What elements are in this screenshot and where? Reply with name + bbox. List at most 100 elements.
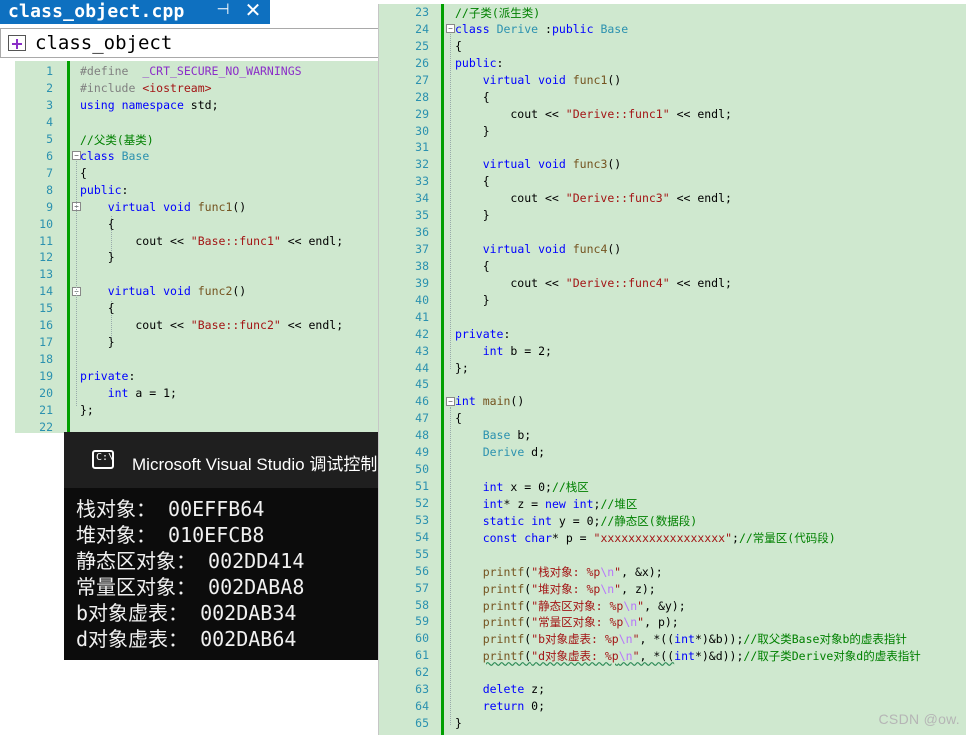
fold-toggle-main[interactable]: − (446, 397, 455, 406)
code-token: { (80, 165, 87, 180)
code-line[interactable]: using namespace std; (80, 98, 219, 112)
code-line[interactable]: { (455, 90, 490, 104)
code-line[interactable]: class Base (80, 149, 149, 163)
code-line[interactable]: class Derive :public Base (455, 22, 628, 36)
code-token: () (232, 284, 247, 299)
code-line[interactable]: int a = 1; (80, 386, 177, 400)
fold-toggle-class-derive[interactable]: − (446, 24, 455, 33)
code-line[interactable]: public: (455, 56, 503, 70)
editor-tab-active[interactable]: class_object.cpp ⊣ ✕ (0, 0, 270, 24)
code-line[interactable]: //父类(基类) (80, 132, 154, 148)
code-line[interactable]: #define _CRT_SECURE_NO_WARNINGS (80, 64, 302, 78)
code-line[interactable]: printf("d对象虚表: %p\n", *((int*)&d));//取子类… (455, 648, 921, 664)
code-line[interactable]: //子类(派生类) (455, 5, 540, 21)
code-line[interactable]: int* z = new int;//堆区 (455, 496, 638, 512)
code-line[interactable]: }; (80, 403, 94, 417)
code-line[interactable]: printf("常量区对象: %p\n", p); (455, 614, 679, 630)
code-line[interactable]: cout << "Derive::func1" << endl; (455, 107, 732, 121)
class-navigation-dropdown[interactable]: class_object (0, 28, 378, 58)
code-token: , *(( (639, 632, 675, 647)
code-line[interactable]: public: (80, 183, 128, 197)
console-titlebar[interactable]: C:\ Microsoft Visual Studio 调试控制台 (64, 432, 378, 488)
code-token: private (455, 326, 504, 341)
line-number: 19 (39, 369, 53, 384)
code-token: new (545, 496, 566, 511)
code-line[interactable]: #include <iostream> (80, 81, 212, 95)
code-token: \n (600, 581, 615, 596)
code-token: << endl; (669, 275, 732, 290)
code-token: << (170, 318, 191, 333)
line-number: 2 (46, 80, 53, 95)
code-line[interactable]: printf("栈对象: %p\n", &x); (455, 564, 663, 580)
code-token: void (163, 199, 191, 214)
code-editor-left[interactable]: − − − 1 #define _CRT_SECURE_NO_WARNINGS 2 #… (15, 61, 378, 434)
code-token: class (455, 21, 490, 36)
code-line[interactable]: { (80, 166, 87, 180)
code-line[interactable]: { (80, 217, 115, 231)
code-token: Base (600, 21, 629, 36)
code-token: int (674, 649, 695, 664)
code-line[interactable]: { (455, 39, 462, 53)
code-line[interactable]: const char* p = "xxxxxxxxxxxxxxxxxx";//常… (455, 530, 836, 546)
code-token: : (538, 21, 552, 36)
code-line[interactable]: int b = 2; (455, 344, 552, 358)
code-line[interactable]: { (455, 411, 462, 425)
code-line[interactable]: cout << "Base::func2" << endl; (80, 318, 343, 332)
code-line[interactable]: printf("b对象虚表: %p\n", *((int*)&b));//取父类… (455, 631, 907, 647)
code-token: *)&b)); (694, 632, 744, 647)
code-token: func1 (197, 199, 233, 214)
code-line[interactable]: int main() (455, 394, 524, 408)
code-line[interactable]: private: (80, 369, 135, 383)
close-tab-icon[interactable]: ✕ (244, 0, 262, 23)
code-line[interactable]: cout << "Derive::func4" << endl; (455, 276, 732, 290)
code-line[interactable]: { (80, 301, 115, 315)
line-number: 6 (46, 148, 53, 163)
code-line[interactable]: static int y = 0;//静态区(数据段) (455, 513, 697, 529)
code-line[interactable]: virtual void func2() (80, 284, 247, 299)
code-line[interactable]: cout << "Base::func1" << endl; (80, 234, 343, 248)
code-line[interactable]: { (455, 259, 490, 273)
code-line[interactable]: printf("堆对象: %p\n", z); (455, 581, 656, 597)
code-token: } (455, 716, 462, 731)
code-token: #define (80, 64, 143, 78)
code-line[interactable]: } (455, 208, 490, 222)
pin-icon[interactable]: ⊣ (214, 0, 232, 18)
line-number: 37 (415, 242, 429, 257)
code-line[interactable]: }; (455, 361, 469, 375)
code-line[interactable]: virtual void func3() (455, 157, 622, 171)
code-line[interactable]: private: (455, 327, 510, 341)
line-number: 51 (415, 479, 429, 494)
code-token: cout (80, 233, 171, 248)
code-line[interactable]: Base b; (455, 428, 531, 442)
code-editor-right[interactable]: − − 23//子类(派生类) 24 class Derive :public Ba… (378, 4, 966, 735)
code-line[interactable]: virtual void func4() (455, 242, 622, 256)
code-line[interactable]: } (455, 293, 490, 307)
code-line[interactable]: return 0; (455, 699, 545, 713)
code-line[interactable]: } (80, 335, 115, 349)
change-tracking-bar (67, 61, 70, 433)
code-line[interactable]: virtual void func1() (455, 73, 622, 87)
line-number: 14 (39, 284, 53, 299)
code-line[interactable]: } (80, 250, 115, 264)
line-number: 5 (46, 131, 53, 146)
code-token: cout << (455, 275, 566, 290)
code-line[interactable]: { (455, 174, 490, 188)
code-token: "常量区对象: %p (531, 615, 624, 630)
code-line[interactable]: virtual void func1() (80, 199, 247, 214)
code-line[interactable]: cout << "Derive::func3" << endl; (455, 191, 732, 205)
code-line[interactable]: int x = 0;//栈区 (455, 479, 589, 495)
code-line[interactable]: printf("静态区对象: %p\n", &y); (455, 598, 686, 614)
code-line[interactable]: delete z; (455, 682, 545, 696)
debug-console-window[interactable]: C:\ Microsoft Visual Studio 调试控制台 栈对象： 0… (64, 432, 378, 660)
code-line[interactable]: Derive d; (455, 445, 545, 459)
code-line[interactable]: } (455, 716, 462, 730)
console-title: Microsoft Visual Studio 调试控制台 (132, 455, 378, 474)
code-line[interactable]: } (455, 124, 490, 138)
line-number: 33 (415, 174, 429, 189)
